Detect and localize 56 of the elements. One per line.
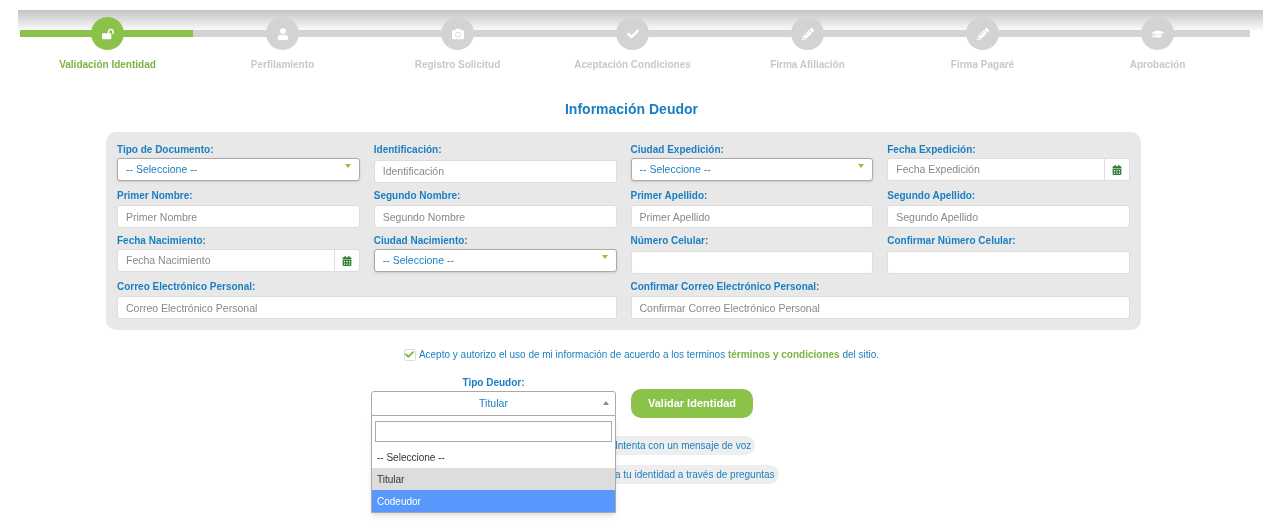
date-field[interactable]: Fecha Expedición — [887, 158, 1105, 181]
pencil-icon — [801, 27, 814, 40]
graduation-cap-icon — [1151, 27, 1164, 40]
dropdown-arrow-icon — [344, 163, 351, 168]
input-field[interactable]: Correo Electrónico Personal — [117, 296, 617, 319]
dropdown-arrow-icon — [603, 401, 609, 405]
select-field[interactable]: -- Seleccione -- — [373, 249, 617, 272]
field-label: Segundo Apellido: — [887, 188, 977, 202]
field-label: Segundo Nombre: — [373, 188, 462, 202]
consent-text: Acepto y autorizo el uso de mi información de acuerdo a los terminos términos y condiciones del sitio. — [418, 348, 880, 362]
input-field[interactable]: Segundo Nombre — [373, 205, 617, 228]
user-icon — [276, 27, 289, 40]
field-label: Correo Electrónico Personal: — [117, 279, 257, 293]
select-field[interactable]: -- Seleccione -- — [630, 158, 874, 181]
section-title: Información Deudor — [564, 100, 699, 119]
search-field[interactable] — [375, 420, 612, 442]
terms-link[interactable]: términos y condiciones — [727, 349, 840, 360]
step-label: Validación Identidad — [59, 58, 156, 72]
input-field[interactable]: Identificación — [373, 159, 617, 183]
calendar-icon — [1112, 164, 1122, 175]
input-field[interactable] — [887, 250, 1130, 274]
dropdown-option[interactable]: Codeudor — [372, 490, 615, 512]
calendar-icon — [341, 255, 352, 266]
checkbox[interactable] — [403, 348, 416, 361]
input-field[interactable]: Primer Nombre — [117, 205, 360, 228]
field-label: Ciudad Nacimiento: — [373, 234, 469, 247]
field-label: Identificación: — [373, 143, 443, 156]
field-label: Confirmar Correo Electrónico Personal: — [630, 279, 821, 293]
field-label: Fecha Nacimiento: — [117, 234, 207, 247]
input-field[interactable] — [630, 250, 874, 274]
dropdown-option[interactable]: Titular — [372, 468, 615, 490]
field-label: Primer Nombre: — [117, 188, 194, 202]
date-field[interactable]: Fecha Nacimiento — [117, 249, 335, 272]
calendar-button[interactable] — [1105, 158, 1130, 181]
select-field[interactable]: Titular — [371, 391, 616, 416]
field-label: Confirmar Número Celular: — [887, 234, 1017, 247]
select-field[interactable]: -- Seleccione -- — [117, 158, 360, 181]
option-link[interactable]: Intenta con un mensaje de voz — [615, 436, 756, 455]
input-field[interactable]: Confirmar Correo Electrónico Personal — [630, 296, 1130, 319]
field-label: Tipo Deudor: — [461, 376, 526, 389]
checkmark-icon — [626, 27, 639, 40]
dropdown-arrow-icon — [601, 254, 608, 259]
field-label: Ciudad Expedición: — [630, 143, 725, 156]
camera-icon — [451, 27, 464, 40]
checkmark-icon — [405, 350, 415, 359]
input-field[interactable]: Primer Apellido — [630, 205, 874, 228]
field-label: Número Celular: — [630, 234, 710, 247]
dropdown-arrow-icon — [858, 163, 865, 168]
input-field[interactable]: Segundo Apellido — [887, 205, 1130, 228]
unlocked-padlock-icon — [101, 27, 114, 40]
pencil-icon — [976, 27, 989, 40]
dropdown-option[interactable]: -- Seleccione -- — [372, 446, 615, 468]
field-label: Fecha Expedición: — [887, 143, 977, 156]
calendar-button[interactable] — [334, 249, 360, 272]
field-label: Tipo de Documento: — [117, 143, 215, 156]
field-label: Primer Apellido: — [630, 188, 709, 202]
